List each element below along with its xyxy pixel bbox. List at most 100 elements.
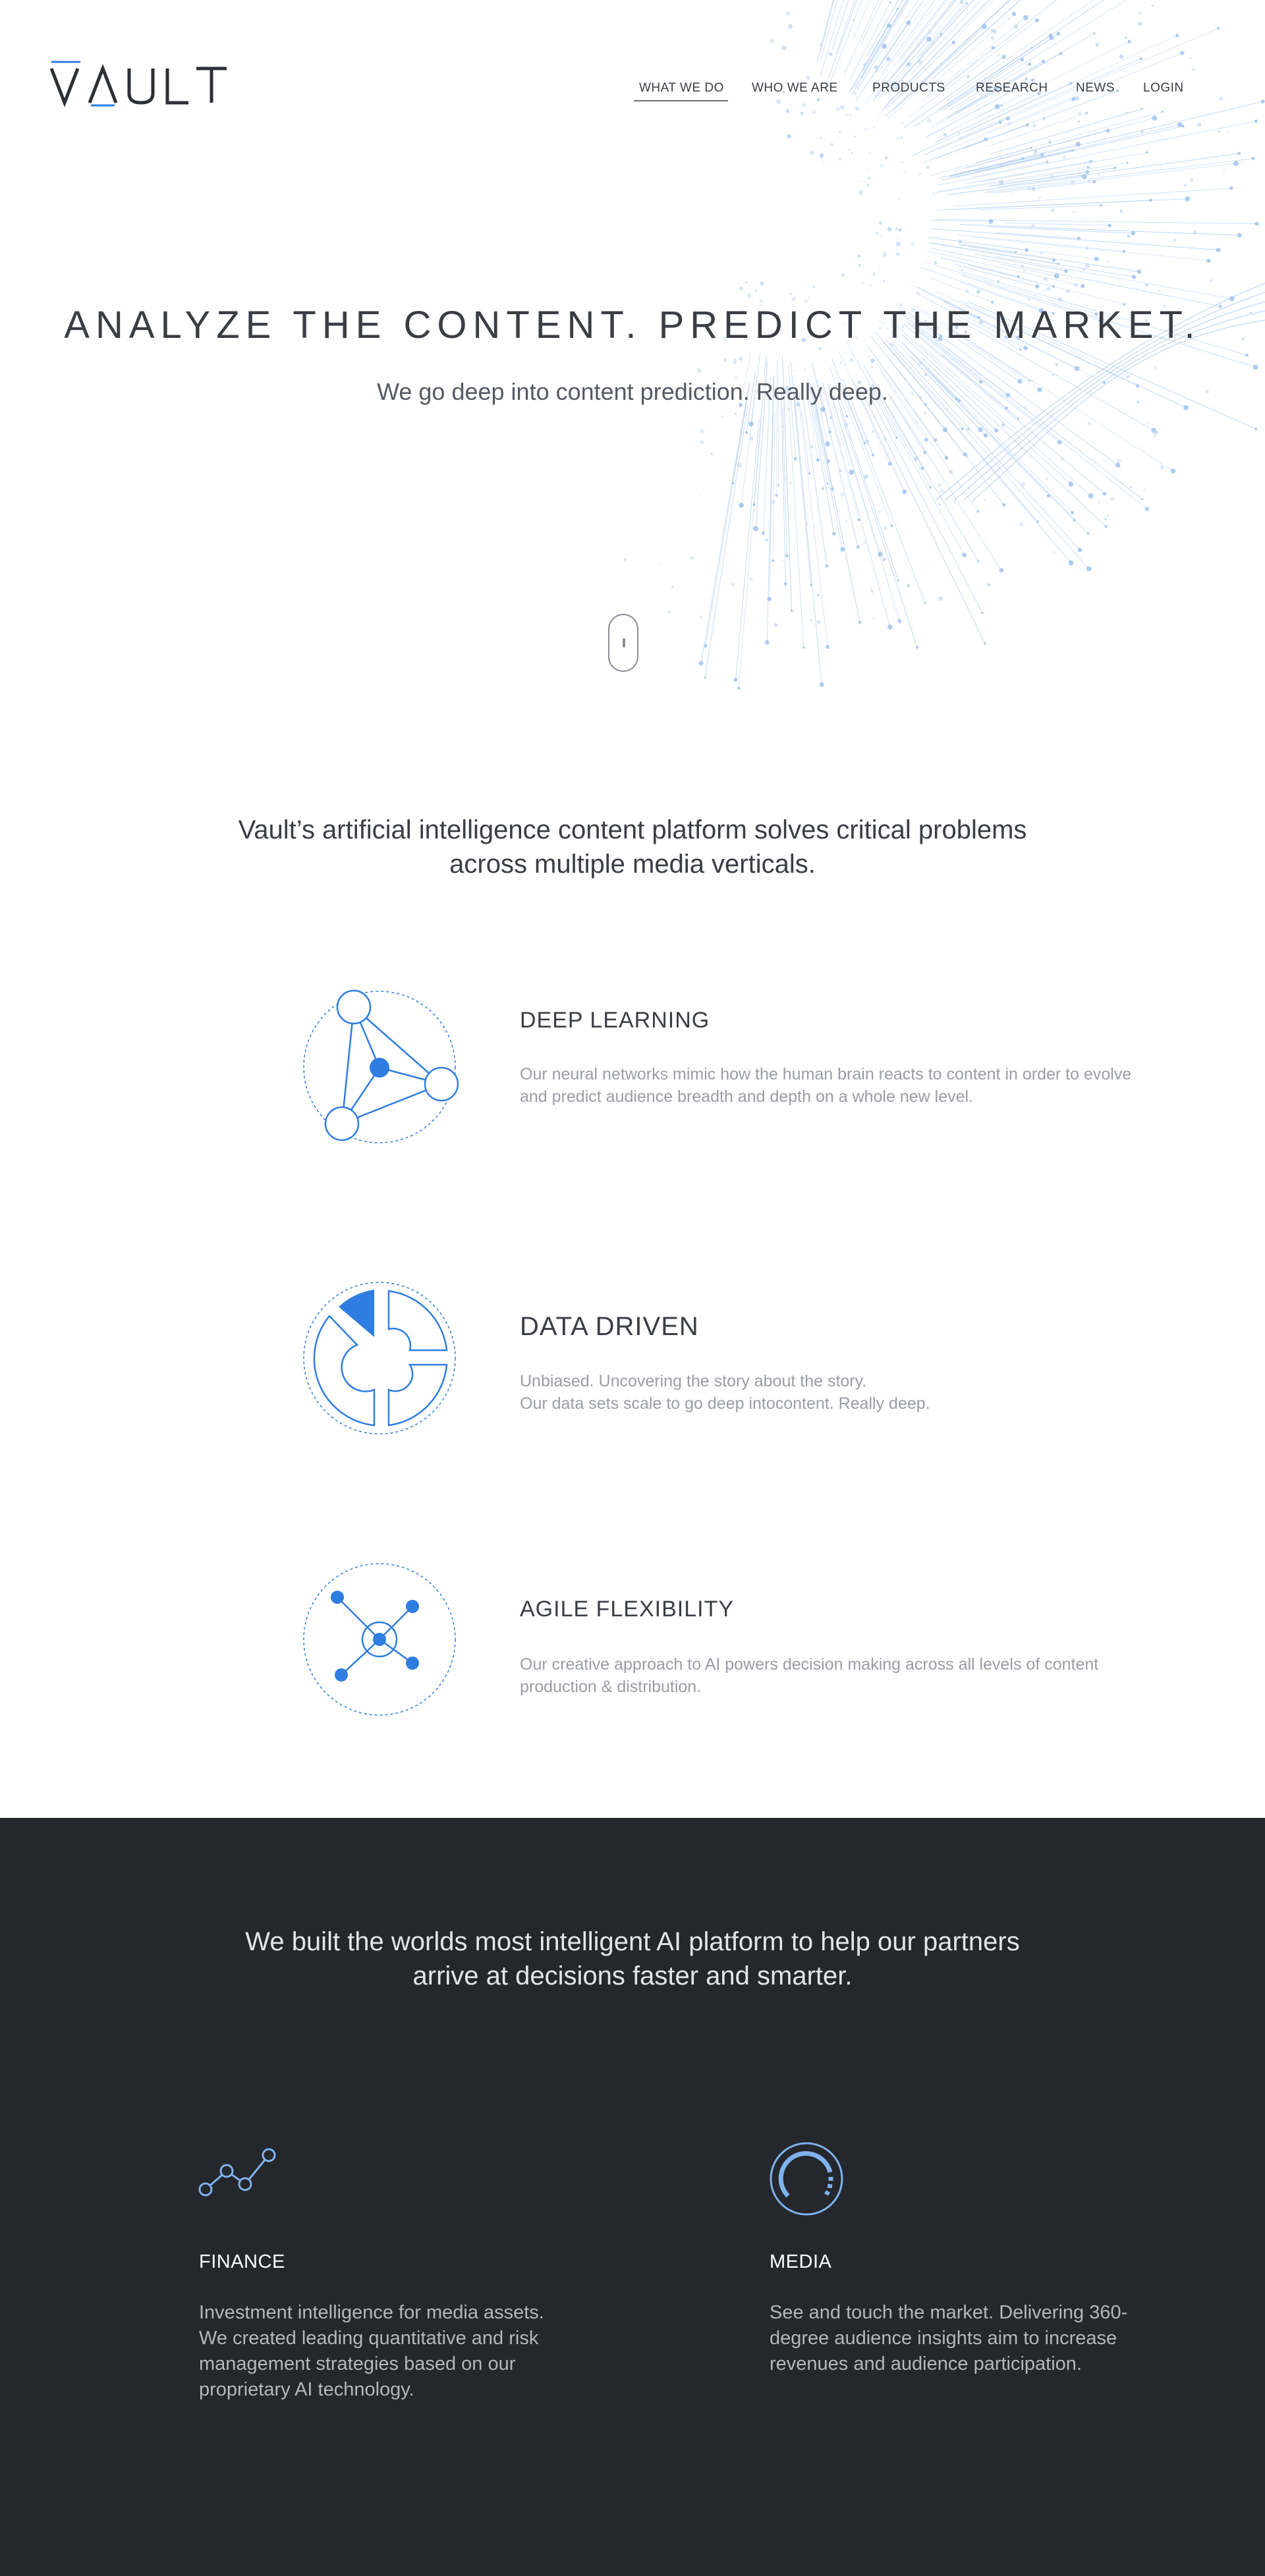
network-dot	[870, 588, 872, 591]
network-line	[820, 0, 844, 77]
network-dot	[990, 36, 994, 40]
network-node	[897, 579, 899, 582]
card-title-media: MEDIA	[770, 2251, 832, 2272]
network-dot	[839, 362, 842, 364]
network-dot	[1050, 174, 1054, 178]
network-node	[1026, 123, 1029, 127]
network-node	[895, 436, 898, 439]
network-dot	[1173, 238, 1177, 242]
nav-login[interactable]: LOGIN	[1143, 78, 1184, 99]
network-dot	[874, 65, 878, 70]
network-dot	[895, 252, 900, 256]
network-dot	[844, 423, 848, 427]
network-dot	[1052, 551, 1056, 555]
network-node	[1183, 404, 1189, 410]
network-dot	[690, 556, 694, 561]
network-line	[845, 340, 965, 555]
network-dot	[723, 358, 727, 362]
network-dot	[739, 287, 743, 291]
network-dot	[1227, 131, 1229, 134]
network-node	[961, 427, 964, 431]
network-node	[994, 428, 999, 433]
network-node	[929, 485, 932, 489]
network-dot	[918, 362, 922, 365]
network-node	[826, 645, 830, 649]
network-dot	[1082, 267, 1086, 271]
network-dot	[760, 281, 764, 286]
network-dot	[876, 69, 879, 72]
network-node	[1122, 250, 1126, 253]
network-dot	[883, 280, 886, 283]
feature-desc-agile-flexibility: Our creative approach to AI powers decis…	[520, 1655, 1099, 1696]
network-dot	[1218, 130, 1221, 133]
network-line	[987, 226, 1133, 234]
hub-connections-icon	[303, 1563, 456, 1716]
network-dot	[819, 154, 824, 159]
network-node	[1034, 18, 1039, 23]
network-dot	[793, 370, 796, 372]
network-node	[1059, 51, 1063, 56]
network-dot	[924, 373, 928, 377]
network-node	[1152, 115, 1158, 121]
network-dot	[1098, 501, 1100, 503]
network-node	[887, 624, 893, 630]
network-dot	[884, 155, 888, 159]
network-dot	[787, 408, 791, 411]
network-node	[923, 451, 927, 454]
card-desc-media: See and touch the market. Delivering 360…	[770, 2302, 1128, 2374]
network-node	[897, 619, 902, 623]
network-node	[961, 553, 967, 558]
network-dot	[911, 242, 915, 246]
network-dot	[898, 228, 902, 232]
network-dot	[1031, 186, 1036, 191]
network-dot	[965, 454, 969, 458]
network-dot	[1021, 481, 1026, 487]
network-dot	[765, 539, 768, 542]
network-dot	[870, 590, 874, 593]
network-dot	[759, 298, 763, 303]
network-dot	[915, 421, 918, 424]
network-dot	[1034, 150, 1038, 154]
network-node	[784, 582, 787, 586]
network-node	[733, 677, 738, 682]
nav-news[interactable]: NEWS	[1076, 78, 1115, 99]
network-node	[1068, 481, 1074, 487]
intro-statement: Vault’s artificial intelligence content …	[238, 815, 1027, 879]
network-node	[1145, 151, 1148, 154]
network-dot	[1119, 209, 1123, 213]
network-dot	[945, 38, 947, 41]
network-line	[700, 382, 750, 664]
network-dot	[1057, 297, 1063, 302]
network-dot	[845, 113, 849, 117]
network-dot	[1011, 191, 1014, 194]
network-dot	[839, 131, 841, 134]
network-dot	[828, 52, 833, 57]
network-dot	[1070, 179, 1075, 184]
network-node	[1074, 366, 1080, 371]
nav-who-we-are[interactable]: WHO WE ARE	[752, 78, 838, 99]
network-dot	[1059, 457, 1064, 462]
gauge-circle-icon	[770, 2142, 843, 2216]
nav-products[interactable]: PRODUCTS	[872, 78, 945, 99]
network-dot	[1138, 11, 1142, 14]
network-node	[1254, 427, 1258, 431]
network-dot	[696, 368, 702, 373]
network-dot	[818, 346, 822, 350]
network-node	[1175, 34, 1179, 38]
network-node	[1069, 82, 1073, 85]
network-dot	[699, 615, 702, 618]
network-dot	[847, 22, 850, 24]
network-node	[1229, 186, 1233, 190]
nav-what-we-do[interactable]: WHAT WE DO	[634, 78, 728, 101]
nav-research[interactable]: RESEARCH	[976, 78, 1048, 99]
network-dot	[1044, 277, 1048, 281]
network-dot	[884, 526, 887, 530]
vault-logo[interactable]	[49, 59, 246, 107]
network-dot	[813, 525, 816, 528]
network-dot	[1095, 43, 1100, 47]
network-line	[885, 0, 1011, 117]
network-dot	[858, 190, 863, 195]
network-node	[1054, 273, 1059, 279]
network-node	[1251, 157, 1255, 161]
network-dot	[812, 285, 816, 288]
